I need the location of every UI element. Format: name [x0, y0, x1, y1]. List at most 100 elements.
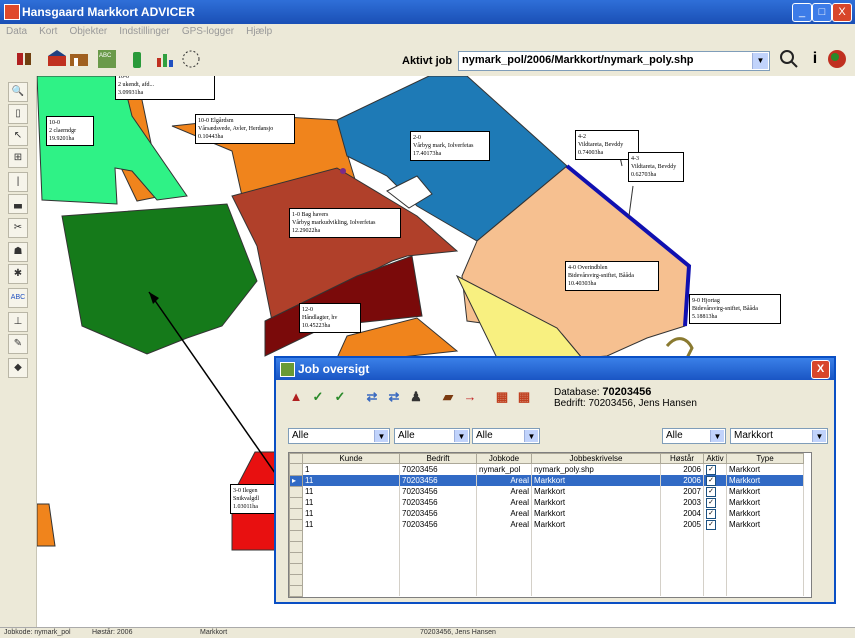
- table-row[interactable]: ▸ 11 70203456 Areal Markkort 2006 ✓ Markkort: [289, 474, 804, 487]
- cell-aktiv[interactable]: ✓: [703, 475, 727, 486]
- filter-jobkode-select[interactable]: Alle ▼: [472, 428, 540, 444]
- active-job-select[interactable]: nymark_pol/2006/Markkort/nymark_poly.shp…: [458, 51, 770, 71]
- col-bedrift[interactable]: Bedrift: [399, 453, 477, 464]
- chevron-down-icon[interactable]: ▼: [524, 430, 538, 442]
- row-header[interactable]: [289, 496, 303, 509]
- empty-cell: [476, 541, 532, 552]
- cell-aktiv[interactable]: ✓: [703, 497, 727, 508]
- check-all-icon[interactable]: ✓: [330, 386, 350, 408]
- menu-indstillinger[interactable]: Indstillinger: [113, 24, 176, 39]
- cell-jobbeskrivelse: Markkort: [531, 519, 661, 530]
- filter-bedrift-select[interactable]: Alle ▼: [394, 428, 470, 444]
- dotted-circle-icon[interactable]: [180, 48, 202, 70]
- database-label: Database:: [554, 387, 600, 398]
- cell-aktiv[interactable]: ✓: [703, 519, 727, 530]
- pin-icon[interactable]: ⊥: [8, 312, 28, 332]
- farm-icon[interactable]: [46, 48, 68, 70]
- table-row[interactable]: 1 70203456 nymark_pol nymark_poly.shp 2006 ✓ M…: [289, 463, 804, 476]
- col-jobkode[interactable]: Jobkode: [476, 453, 532, 464]
- export-icon[interactable]: ▰: [438, 386, 458, 408]
- tractor-icon[interactable]: [14, 48, 36, 70]
- edit-icon[interactable]: ✎: [8, 334, 28, 354]
- cell-aktiv[interactable]: ✓: [703, 463, 727, 475]
- dialog-close-button[interactable]: X: [811, 360, 830, 379]
- zoom-icon[interactable]: 🔍: [8, 82, 28, 102]
- row-header[interactable]: [289, 463, 303, 476]
- menu-data[interactable]: Data: [0, 24, 33, 39]
- cell-aktiv[interactable]: ✓: [703, 508, 727, 519]
- row-header[interactable]: ▸: [289, 474, 303, 487]
- search-icon[interactable]: [778, 48, 800, 70]
- active-checkbox[interactable]: ✓: [706, 520, 716, 530]
- menu-hjaelp[interactable]: Hjælp: [240, 24, 278, 39]
- arrow-right-icon[interactable]: →: [460, 386, 480, 408]
- measure-icon[interactable]: ✂: [8, 218, 28, 238]
- transfer-alt-icon[interactable]: ⇄: [384, 386, 404, 408]
- job-overview-dialog: Job oversigt X ▲ ✓ ✓ ⇄ ⇄ ♟ ▰ → ▦ ▦ Datab…: [274, 356, 836, 604]
- dialog-title: Job oversigt: [298, 362, 370, 376]
- chevron-down-icon[interactable]: ▼: [812, 430, 826, 442]
- col-aktiv[interactable]: Aktiv: [703, 453, 727, 464]
- filter-kunde-select[interactable]: Alle ▼: [288, 428, 390, 444]
- row-header[interactable]: [289, 507, 303, 520]
- extent-icon[interactable]: ⊞: [8, 148, 28, 168]
- person-icon[interactable]: ♟: [406, 386, 426, 408]
- maximize-button[interactable]: □: [812, 3, 832, 22]
- col-kunde[interactable]: Kunde: [302, 453, 400, 464]
- table-row[interactable]: 11 70203456 Areal Markkort 2003 ✓ Markkort: [289, 496, 804, 509]
- row-header[interactable]: [289, 518, 303, 531]
- buildings-icon[interactable]: [68, 48, 90, 70]
- sample-icon[interactable]: ✱: [8, 264, 28, 284]
- menu-kort[interactable]: Kort: [33, 24, 63, 39]
- empty-cell: [703, 585, 727, 596]
- dialog-app-icon: [280, 362, 295, 377]
- tractor-tool-icon[interactable]: ▃: [8, 194, 28, 214]
- cell-aktiv[interactable]: ✓: [703, 486, 727, 497]
- filter-hostar-select[interactable]: Alle ▼: [662, 428, 726, 444]
- cell-kunde: 11: [302, 508, 400, 519]
- chevron-down-icon[interactable]: ▼: [710, 430, 724, 442]
- globe-icon[interactable]: [826, 48, 848, 70]
- table-row[interactable]: 11 70203456 Areal Markkort 2004 ✓ Markkort: [289, 507, 804, 520]
- check-icon[interactable]: ✓: [308, 386, 328, 408]
- pointer-icon[interactable]: ↖: [8, 126, 28, 146]
- chevron-down-icon[interactable]: ▼: [454, 430, 468, 442]
- row-header[interactable]: [289, 485, 303, 498]
- layer-icon[interactable]: ◆: [8, 358, 28, 378]
- marker-icon[interactable]: |: [8, 172, 28, 192]
- empty-cell: [302, 541, 400, 552]
- grid-alt-icon[interactable]: ▦: [514, 386, 534, 408]
- bottle-icon[interactable]: [126, 48, 148, 70]
- active-checkbox[interactable]: ✓: [706, 498, 716, 508]
- tractor-icon[interactable]: ▲: [286, 386, 306, 408]
- cell-hostar: 2005: [660, 519, 704, 530]
- chart-icon[interactable]: [154, 48, 176, 70]
- chevron-down-icon[interactable]: ▼: [374, 430, 388, 442]
- close-button[interactable]: X: [832, 3, 852, 22]
- active-checkbox[interactable]: ✓: [706, 509, 716, 519]
- col-type[interactable]: Type: [726, 453, 804, 464]
- menu-objekter[interactable]: Objekter: [63, 24, 113, 39]
- transfer-icon[interactable]: ⇄: [362, 386, 382, 408]
- col-hostar[interactable]: Høstår: [660, 453, 704, 464]
- grid-icon[interactable]: ▦: [492, 386, 512, 408]
- cell-jobbeskrivelse: nymark_poly.shp: [531, 463, 661, 475]
- filter-type-select[interactable]: Markkort ▼: [730, 428, 828, 444]
- active-checkbox[interactable]: ✓: [706, 465, 716, 475]
- select-icon[interactable]: ▯: [8, 104, 28, 124]
- menu-gps-logger[interactable]: GPS-logger: [176, 24, 240, 39]
- person-icon[interactable]: ☗: [8, 242, 28, 262]
- text-icon[interactable]: ABC: [8, 288, 28, 308]
- active-checkbox[interactable]: ✓: [706, 487, 716, 497]
- minimize-button[interactable]: _: [792, 3, 812, 22]
- info-icon[interactable]: i: [804, 48, 826, 70]
- col-jobbeskrivelse[interactable]: Jobbeskrivelse: [531, 453, 661, 464]
- empty-row: [289, 584, 804, 597]
- empty-cell: [531, 563, 661, 574]
- cell-bedrift: 70203456: [399, 463, 477, 475]
- abc-map-icon[interactable]: ABC: [96, 48, 118, 70]
- table-row[interactable]: 11 70203456 Areal Markkort 2005 ✓ Markkort: [289, 518, 804, 531]
- table-row[interactable]: 11 70203456 Areal Markkort 2007 ✓ Markkort: [289, 485, 804, 498]
- chevron-down-icon[interactable]: ▼: [752, 53, 768, 69]
- active-checkbox[interactable]: ✓: [706, 476, 716, 486]
